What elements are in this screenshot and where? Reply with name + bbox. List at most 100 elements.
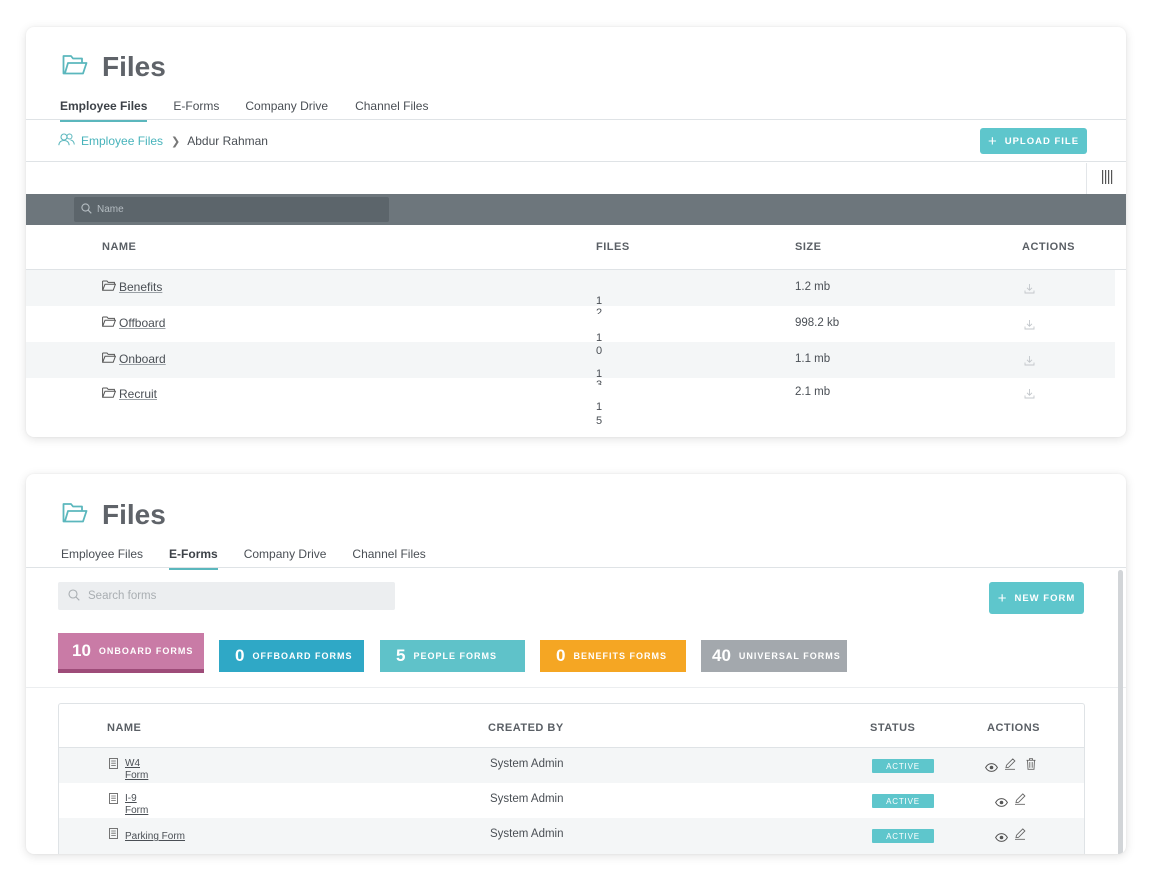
pencil-icon[interactable] xyxy=(1014,792,1026,810)
eye-icon[interactable] xyxy=(995,794,1008,812)
column-header-name[interactable]: NAME xyxy=(107,722,141,734)
name-filter-placeholder: Name xyxy=(97,204,124,215)
folder-link-benefits[interactable]: Benefits xyxy=(119,280,162,294)
table-row xyxy=(26,377,1115,437)
tab-channel-files[interactable]: Channel Files xyxy=(355,99,428,121)
column-header-size[interactable]: SIZE xyxy=(795,241,821,253)
created-by: System Admin xyxy=(490,828,564,840)
form-link-w4[interactable]: W4 xyxy=(125,758,148,770)
tab-bar: Employee Files E-Forms Company Drive Cha… xyxy=(60,99,428,122)
offboard-forms-count: 0 xyxy=(235,646,245,665)
universal-forms-label: UNIVERSAL FORMS xyxy=(738,651,841,661)
page-title: Files xyxy=(62,51,166,83)
download-icon[interactable] xyxy=(1024,353,1035,371)
tab-divider xyxy=(26,119,1126,120)
section-divider xyxy=(26,687,1126,688)
vertical-scrollbar[interactable] xyxy=(1118,570,1123,854)
download-icon[interactable] xyxy=(1024,317,1035,335)
form-name-cell: W4 Form xyxy=(109,758,148,782)
form-link-i9[interactable]: I-9 xyxy=(125,793,148,805)
tab-divider xyxy=(26,567,1126,568)
folder-link-offboard[interactable]: Offboard xyxy=(119,316,165,330)
people-forms-filter[interactable]: 5 PEOPLE FORMS xyxy=(380,640,525,672)
folder-icon xyxy=(102,280,117,294)
onboard-forms-label: ONBOARD FORMS xyxy=(98,646,194,656)
column-header-name[interactable]: NAME xyxy=(102,241,136,253)
offboard-forms-filter[interactable]: 0 OFFBOARD FORMS xyxy=(219,640,364,672)
tab-e-forms[interactable]: E-Forms xyxy=(169,547,218,570)
created-by: System Admin xyxy=(490,793,564,805)
download-icon[interactable] xyxy=(1024,281,1035,299)
tab-company-drive[interactable]: Company Drive xyxy=(245,99,328,121)
created-by: System Admin xyxy=(490,758,564,770)
file-count-digit: 1 xyxy=(596,401,603,413)
name-filter-input[interactable]: Name xyxy=(74,197,389,222)
file-count-digit: 2 xyxy=(596,307,603,314)
benefits-forms-label: BENEFITS FORMS xyxy=(573,651,667,661)
column-toggle-button[interactable] xyxy=(1086,163,1126,195)
folder-name-cell: Offboard xyxy=(102,316,165,330)
people-forms-count: 5 xyxy=(396,646,406,665)
columns-icon xyxy=(1101,169,1113,189)
search-icon xyxy=(81,202,97,217)
new-form-button[interactable]: + NEW FORM xyxy=(989,582,1084,614)
eye-icon[interactable] xyxy=(995,829,1008,847)
tab-e-forms[interactable]: E-Forms xyxy=(173,99,219,121)
table-row xyxy=(26,342,1115,378)
table-row xyxy=(26,270,1115,306)
table-row xyxy=(26,306,1115,342)
form-link-i9-line2[interactable]: Form xyxy=(125,805,148,817)
plus-icon: + xyxy=(987,132,998,150)
forms-table: NAME CREATED BY STATUS ACTIONS W4 Form Sy… xyxy=(58,703,1085,854)
search-forms-input[interactable]: Search forms xyxy=(58,582,395,610)
tab-company-drive[interactable]: Company Drive xyxy=(244,547,327,569)
universal-forms-count: 40 xyxy=(712,646,731,665)
tab-employee-files[interactable]: Employee Files xyxy=(60,99,148,122)
file-count-digit: 1 xyxy=(596,332,603,344)
status-badge: ACTIVE xyxy=(872,759,934,773)
form-link-w4-line2[interactable]: Form xyxy=(125,770,148,782)
column-header-created-by[interactable]: CREATED BY xyxy=(488,722,564,734)
folder-size: 1.1 mb xyxy=(795,353,831,365)
folder-size: 1.2 mb xyxy=(795,281,831,293)
download-icon[interactable] xyxy=(1024,386,1035,404)
column-header-status[interactable]: STATUS xyxy=(870,722,915,734)
pencil-icon[interactable] xyxy=(1014,827,1026,845)
breadcrumb-current: Abdur Rahman xyxy=(187,134,268,148)
pencil-icon[interactable] xyxy=(1004,757,1016,775)
document-icon xyxy=(109,758,118,782)
people-forms-label: PEOPLE FORMS xyxy=(413,651,497,661)
upload-file-button[interactable]: + UPLOAD FILE xyxy=(980,128,1087,154)
tab-channel-files[interactable]: Channel Files xyxy=(352,547,425,569)
folder-name-cell: Onboard xyxy=(102,352,166,366)
page-title: Files xyxy=(62,499,166,531)
folder-open-icon xyxy=(62,54,88,81)
breadcrumb: Employee Files ❯ Abdur Rahman xyxy=(58,133,268,149)
folder-open-icon xyxy=(62,502,88,529)
tab-employee-files[interactable]: Employee Files xyxy=(61,547,143,569)
eye-icon[interactable] xyxy=(985,759,998,777)
page-title-text: Files xyxy=(102,499,166,530)
trash-icon[interactable] xyxy=(1026,757,1036,775)
file-count-digit: 0 xyxy=(596,345,603,357)
column-header-files[interactable]: FILES xyxy=(596,241,630,253)
upload-file-label: UPLOAD FILE xyxy=(1004,135,1080,147)
folder-name-cell: Benefits xyxy=(102,280,162,294)
toolbar-divider xyxy=(26,161,1126,162)
benefits-forms-count: 0 xyxy=(556,646,566,665)
breadcrumb-employee-files[interactable]: Employee Files xyxy=(81,134,163,148)
page-title-text: Files xyxy=(102,51,166,82)
folder-link-onboard[interactable]: Onboard xyxy=(119,352,166,366)
file-count-digit: 3 xyxy=(596,379,603,385)
table-row: I-9 Form System Admin ACTIVE xyxy=(59,783,1084,818)
benefits-forms-filter[interactable]: 0 BENEFITS FORMS xyxy=(540,640,686,672)
users-icon xyxy=(58,133,75,149)
universal-forms-filter[interactable]: 40 UNIVERSAL FORMS xyxy=(701,640,847,672)
tab-bar: Employee Files E-Forms Company Drive Cha… xyxy=(61,547,426,570)
onboard-forms-filter[interactable]: 10 ONBOARD FORMS xyxy=(58,633,204,673)
folder-link-recruit[interactable]: Recruit xyxy=(119,387,157,401)
form-link-parking-form[interactable]: Parking Form xyxy=(125,831,185,843)
document-icon xyxy=(109,793,118,817)
offboard-forms-label: OFFBOARD FORMS xyxy=(252,651,353,661)
plus-icon: + xyxy=(997,589,1008,607)
